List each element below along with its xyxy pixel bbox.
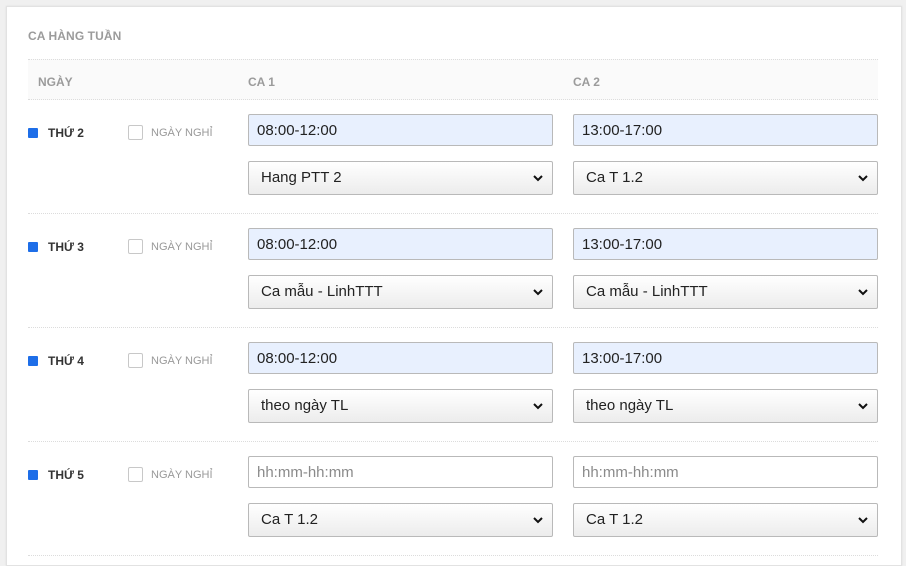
day-row-thu-5: THỨ 5 NGÀY NGHỈ Ca T 1.2 Ca T 1.2 xyxy=(28,442,878,556)
dayoff-label: NGÀY NGHỈ xyxy=(151,355,213,367)
day-label: THỨ 2 xyxy=(48,126,84,140)
day-marker xyxy=(28,356,38,366)
column-header-ca1: CA 1 xyxy=(248,75,275,89)
chevron-down-icon xyxy=(858,175,868,182)
column-header-day: NGÀY xyxy=(38,75,73,89)
day-row-thu-4: THỨ 4 NGÀY NGHỈ theo ngày TL theo ngày T… xyxy=(28,328,878,442)
ca1-time-input[interactable] xyxy=(248,114,553,146)
column-header-ca2: CA 2 xyxy=(573,75,600,89)
ca2-shift-value: Ca T 1.2 xyxy=(586,169,643,186)
chevron-down-icon xyxy=(533,403,543,410)
ca2-time-input[interactable] xyxy=(573,228,878,260)
ca2-shift-value: theo ngày TL xyxy=(586,397,674,414)
dayoff-checkbox[interactable] xyxy=(128,467,143,482)
chevron-down-icon xyxy=(533,517,543,524)
dayoff-label: NGÀY NGHỈ xyxy=(151,241,213,253)
dayoff-checkbox[interactable] xyxy=(128,125,143,140)
ca1-time-input[interactable] xyxy=(248,342,553,374)
ca2-shift-value: Ca mẫu - LinhTTT xyxy=(586,283,708,300)
chevron-down-icon xyxy=(533,175,543,182)
chevron-down-icon xyxy=(533,289,543,296)
ca1-shift-value: theo ngày TL xyxy=(261,397,349,414)
ca1-shift-value: Hang PTT 2 xyxy=(261,169,342,186)
day-label: THỨ 5 xyxy=(48,468,84,482)
ca2-shift-select[interactable]: theo ngày TL xyxy=(573,389,878,423)
ca1-shift-select[interactable]: theo ngày TL xyxy=(248,389,553,423)
day-row-thu-2: THỨ 2 NGÀY NGHỈ Hang PTT 2 Ca T 1.2 xyxy=(28,100,878,214)
ca1-shift-select[interactable]: Ca T 1.2 xyxy=(248,503,553,537)
chevron-down-icon xyxy=(858,403,868,410)
ca2-shift-select[interactable]: Ca T 1.2 xyxy=(573,503,878,537)
ca2-shift-value: Ca T 1.2 xyxy=(586,511,643,528)
dayoff-label: NGÀY NGHỈ xyxy=(151,127,213,139)
ca1-time-input[interactable] xyxy=(248,228,553,260)
weekly-shift-card: CA HÀNG TUẦN NGÀY CA 1 CA 2 THỨ 2 NGÀY N… xyxy=(6,6,902,566)
ca1-shift-select[interactable]: Ca mẫu - LinhTTT xyxy=(248,275,553,309)
ca2-shift-select[interactable]: Ca mẫu - LinhTTT xyxy=(573,275,878,309)
dayoff-checkbox[interactable] xyxy=(128,353,143,368)
ca1-shift-select[interactable]: Hang PTT 2 xyxy=(248,161,553,195)
ca2-time-input[interactable] xyxy=(573,456,878,488)
ca2-shift-select[interactable]: Ca T 1.2 xyxy=(573,161,878,195)
chevron-down-icon xyxy=(858,289,868,296)
ca2-time-input[interactable] xyxy=(573,342,878,374)
day-label: THỨ 4 xyxy=(48,354,84,368)
ca1-time-input[interactable] xyxy=(248,456,553,488)
chevron-down-icon xyxy=(858,517,868,524)
section-title: CA HÀNG TUẦN xyxy=(28,29,122,43)
day-label: THỨ 3 xyxy=(48,240,84,254)
ca1-shift-value: Ca T 1.2 xyxy=(261,511,318,528)
day-marker xyxy=(28,242,38,252)
day-row-thu-3: THỨ 3 NGÀY NGHỈ Ca mẫu - LinhTTT Ca mẫu … xyxy=(28,214,878,328)
table-header: NGÀY CA 1 CA 2 xyxy=(28,59,878,100)
dayoff-checkbox[interactable] xyxy=(128,239,143,254)
dayoff-label: NGÀY NGHỈ xyxy=(151,469,213,481)
day-marker xyxy=(28,470,38,480)
ca1-shift-value: Ca mẫu - LinhTTT xyxy=(261,283,383,300)
day-marker xyxy=(28,128,38,138)
ca2-time-input[interactable] xyxy=(573,114,878,146)
